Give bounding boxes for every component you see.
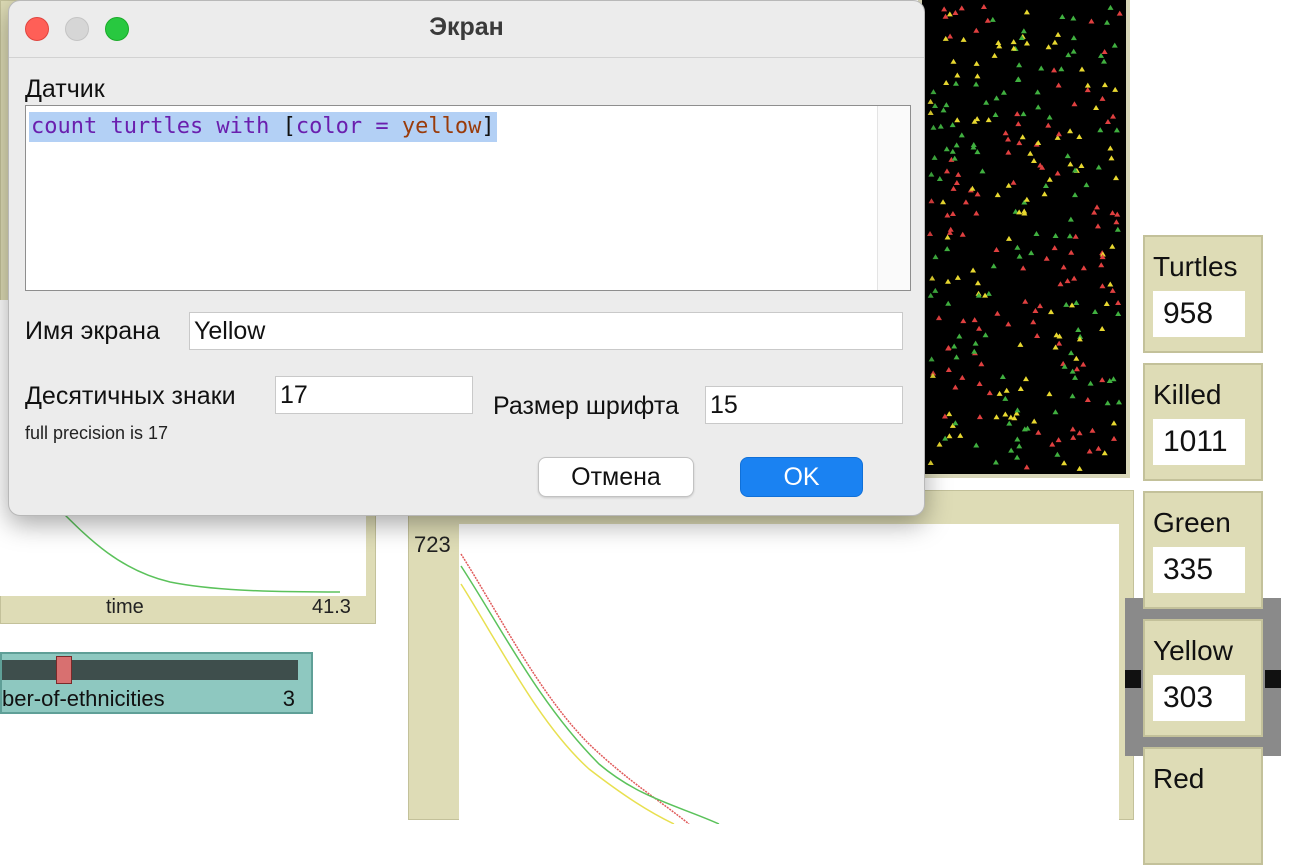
population-plot-area xyxy=(459,524,1119,825)
font-size-field[interactable]: 15 xyxy=(705,386,903,424)
monitor-label: Turtles xyxy=(1153,251,1238,282)
monitor-turtles[interactable]: Turtles 958 xyxy=(1143,235,1263,353)
code-color-constant: yellow xyxy=(401,114,482,139)
slider-knob[interactable] xyxy=(56,656,72,684)
monitor-label: Killed xyxy=(1153,379,1222,410)
population-plot-curves xyxy=(460,553,720,825)
code-color-expr: color = xyxy=(295,114,402,139)
code-keywords: count turtles with xyxy=(31,114,283,139)
slider-name: ber-of-ethnicities xyxy=(2,686,165,711)
world-agents xyxy=(927,4,1123,471)
monitor-killed[interactable]: Killed 1011 xyxy=(1143,363,1263,481)
slider-track[interactable] xyxy=(2,660,298,680)
decimal-places-field[interactable]: 17 xyxy=(275,376,473,414)
monitor-green[interactable]: Green 335 xyxy=(1143,491,1263,609)
monitor-yellow[interactable]: Yellow 303 xyxy=(1143,619,1263,737)
monitor-value: 303 xyxy=(1153,675,1245,721)
monitor-value: 1011 xyxy=(1153,419,1245,465)
code-selection[interactable]: count turtles with [color = yellow] xyxy=(29,112,497,142)
dialog-titlebar[interactable]: Экран xyxy=(9,1,924,58)
ok-button[interactable]: OK xyxy=(740,457,863,497)
code-bracket-open: [ xyxy=(282,114,296,139)
dialog-title: Экран xyxy=(429,13,504,41)
world-view[interactable] xyxy=(918,0,1130,478)
monitor-label: Yellow xyxy=(1153,635,1233,666)
monitor-edit-dialog: Экран Датчик count turtles with [color =… xyxy=(8,0,925,516)
monitor-red[interactable]: Red xyxy=(1143,747,1263,865)
decimal-places-label: Десятичных знаки xyxy=(25,382,236,410)
slider-value: 3 xyxy=(282,686,295,711)
font-size-label: Размер шрифта xyxy=(493,392,679,420)
left-plot-x-label: time xyxy=(106,596,144,618)
monitor-value: 335 xyxy=(1153,547,1245,593)
monitor-label: Green xyxy=(1153,507,1231,538)
plot-y-max: 723 xyxy=(414,532,451,557)
left-plot-x-max: 41.3 xyxy=(312,596,351,618)
monitor-value: 958 xyxy=(1153,291,1245,337)
reporter-label: Датчик xyxy=(25,75,105,103)
resize-handle-left[interactable] xyxy=(1125,670,1141,688)
display-name-label: Имя экрана xyxy=(25,317,160,345)
code-bracket-close: ] xyxy=(481,114,495,139)
display-name-field[interactable]: Yellow xyxy=(189,312,903,350)
precision-note: full precision is 17 xyxy=(25,423,169,443)
reporter-code-editor[interactable]: count turtles with [color = yellow] xyxy=(25,105,911,291)
cancel-button[interactable]: Отмена xyxy=(538,457,694,497)
editor-scrollbar[interactable] xyxy=(877,106,910,290)
ethnicities-slider[interactable]: ber-of-ethnicities 3 xyxy=(0,652,313,714)
monitor-label: Red xyxy=(1153,763,1205,794)
resize-handle-right[interactable] xyxy=(1265,670,1281,688)
